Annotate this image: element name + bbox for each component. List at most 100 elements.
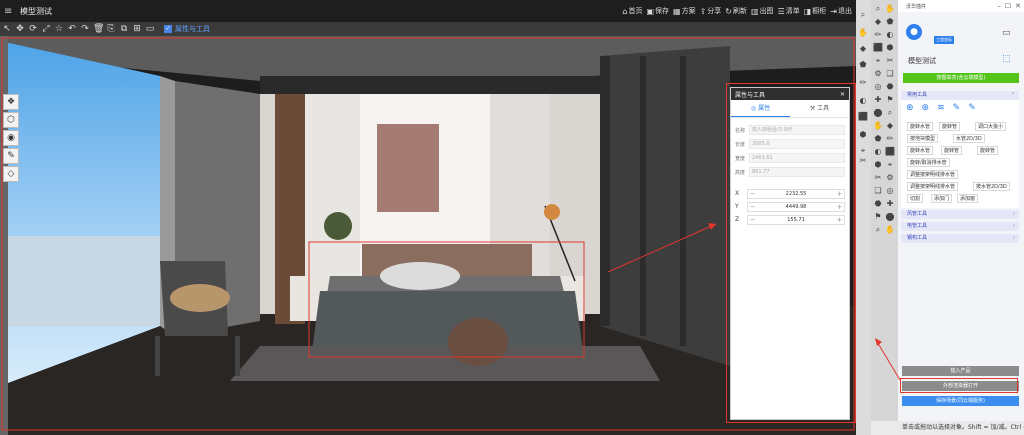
coord-value[interactable]: 155.71 (757, 217, 835, 223)
strip-tool-icon[interactable]: ✂ (858, 156, 868, 166)
strip-tool-icon[interactable]: ❏ (885, 69, 895, 79)
nav-share[interactable]: ⇪ 分享 (700, 6, 722, 16)
strip-tool-icon[interactable]: ✂ (885, 56, 895, 66)
image-icon[interactable]: ▭ (145, 24, 155, 34)
tool-button[interactable]: 旋转/取消排水管 (907, 158, 950, 167)
nav-drawing[interactable]: ▥ 出图 (751, 6, 774, 16)
strip-tool-icon[interactable]: ✏ (858, 78, 868, 88)
copy-icon[interactable]: ⎘ (106, 24, 116, 34)
nav-save[interactable]: ▣ 保存 (646, 6, 669, 16)
minus-icon[interactable]: − (748, 190, 757, 198)
strip-tool-icon[interactable]: ✋ (858, 28, 868, 38)
coord-value[interactable]: 4449.98 (757, 204, 835, 210)
avatar[interactable]: ● (906, 24, 922, 40)
nav-render[interactable]: ◨ 橱柜 (804, 6, 827, 16)
strip-tool-icon[interactable]: ✂ (873, 173, 883, 183)
strip-tool-icon[interactable]: ◆ (858, 44, 868, 54)
save-scene-button[interactable]: 保存场景(同云端服务) (902, 396, 1019, 406)
plus-icon[interactable]: + (835, 190, 844, 198)
minus-icon[interactable]: − (748, 203, 757, 211)
strip-tool-icon[interactable]: ⬟ (858, 60, 868, 70)
monitor-icon[interactable]: ▭ (1002, 28, 1011, 38)
tool-button[interactable]: 旋转水管 (907, 122, 934, 131)
strip-tool-icon[interactable]: ⬛ (885, 147, 895, 157)
strip-tool-icon[interactable]: ⬟ (873, 134, 883, 144)
strip-tool-icon[interactable]: ⌕ (873, 4, 883, 14)
layers-icon[interactable]: ≋ (937, 103, 945, 113)
redo-icon[interactable]: ↷ (80, 24, 90, 34)
nav-exit[interactable]: ⇥ 退出 (830, 6, 852, 16)
maximize-icon[interactable]: ☐ (1005, 2, 1011, 10)
plus-icon[interactable]: + (835, 216, 844, 224)
pen-plus-icon[interactable]: ✎ (968, 103, 976, 113)
tool-button[interactable]: 水管2D/3D (953, 134, 985, 143)
strip-tool-icon[interactable]: ⌕ (885, 108, 895, 118)
strip-tool-icon[interactable]: ⚙ (885, 173, 895, 183)
tool-button[interactable]: 添加窗 (957, 194, 979, 203)
coord-stepper[interactable]: −155.71 + (747, 214, 845, 225)
coord-stepper[interactable]: −2232.55 + (747, 188, 845, 199)
tool-button[interactable]: 旋转管 (941, 146, 963, 155)
strip-tool-icon[interactable]: ⚙ (873, 69, 883, 79)
strip-tool-icon[interactable]: ◆ (873, 17, 883, 27)
section-wind-tools[interactable]: 风管工具 › (901, 210, 1019, 219)
pen-icon[interactable]: ✎ (953, 103, 961, 113)
close-window-icon[interactable]: ✕ (1015, 2, 1021, 10)
globe-grid-icon[interactable]: ⊕ (922, 103, 930, 113)
grid-icon[interactable]: ⊞ (132, 24, 142, 34)
tab-tools[interactable]: ⚒ 工具 (790, 100, 849, 117)
strip-tool-icon[interactable]: ⚑ (885, 95, 895, 105)
strip-tool-icon[interactable]: ✚ (873, 95, 883, 105)
cursor-select-icon[interactable]: ⬚ (1002, 54, 1011, 64)
strip-tool-icon[interactable]: ⬢ (858, 130, 868, 140)
tool-button[interactable]: 调口大批小 (975, 122, 1007, 131)
strip-tool-icon[interactable]: ⬟ (885, 17, 895, 27)
nav-refresh[interactable]: ↻ 刷新 (725, 6, 747, 16)
strip-tool-icon[interactable]: ◎ (885, 186, 895, 196)
strip-tool-icon[interactable]: ⌖ (873, 56, 883, 66)
close-icon[interactable]: ✕ (840, 91, 845, 98)
box-tool-icon[interactable]: ⬡ (3, 112, 19, 128)
coord-stepper[interactable]: −4449.98 + (747, 201, 845, 212)
globe-icon[interactable]: ⊕ (906, 103, 914, 113)
section-steel-tools[interactable]: 钢构工具 › (901, 234, 1019, 243)
strip-tool-icon[interactable]: ❏ (873, 186, 883, 196)
strip-tool-icon[interactable]: ⌖ (885, 160, 895, 170)
nav-list[interactable]: ☰ 清单 (778, 6, 800, 16)
insert-product-button[interactable]: 插入产品 (902, 366, 1019, 376)
strip-tool-icon[interactable]: ⌖ (858, 146, 868, 156)
coord-value[interactable]: 2232.55 (757, 191, 835, 197)
strip-tool-icon[interactable]: ✋ (885, 4, 895, 14)
paste-icon[interactable]: ⧉ (119, 24, 129, 34)
delete-icon[interactable]: 🗑 (93, 24, 104, 34)
section-electric-tools[interactable]: 电管工具 › (901, 222, 1019, 231)
minus-icon[interactable]: − (748, 216, 757, 224)
tool-button[interactable]: 按水管2D/3D (973, 182, 1010, 191)
tool-button[interactable]: 切割 (907, 194, 924, 203)
strip-tool-icon[interactable]: ⬤ (873, 108, 883, 118)
rotate-tool-icon[interactable]: ⟳ (28, 24, 38, 34)
tool-button[interactable]: 按地块模型 (907, 134, 939, 143)
select-tool-icon[interactable]: ↖ (2, 24, 12, 34)
strip-tool-icon[interactable]: ✋ (885, 225, 895, 235)
strip-tool-icon[interactable]: ⌕ (858, 10, 868, 20)
strip-tool-icon[interactable]: ⬤ (885, 212, 895, 222)
tool-button[interactable]: 旋转水管 (907, 146, 934, 155)
strip-tool-icon[interactable]: ⬛ (858, 112, 868, 122)
strip-tool-icon[interactable]: ✏ (885, 134, 895, 144)
strip-tool-icon[interactable]: ◐ (858, 96, 868, 106)
strip-tool-icon[interactable]: ⚑ (873, 212, 883, 222)
strip-tool-icon[interactable]: ⌕ (873, 225, 883, 235)
scale-tool-icon[interactable]: ⤢ (41, 24, 51, 34)
strip-tool-icon[interactable]: ⬛ (873, 43, 883, 53)
strip-tool-icon[interactable]: ⬢ (885, 43, 895, 53)
nav-scheme[interactable]: ▦ 方案 (673, 6, 696, 16)
stack-tool-icon[interactable]: ◇ (3, 166, 19, 182)
tool-button[interactable]: 旋转管 (977, 146, 999, 155)
tool-button[interactable]: 添加门 (931, 194, 953, 203)
target-tool-icon[interactable]: ◉ (3, 130, 19, 146)
nav-home[interactable]: ⌂ 首页 (622, 6, 642, 16)
strip-tool-icon[interactable]: ◎ (873, 82, 883, 92)
strip-tool-icon[interactable]: ⬢ (873, 160, 883, 170)
plus-icon[interactable]: + (835, 203, 844, 211)
